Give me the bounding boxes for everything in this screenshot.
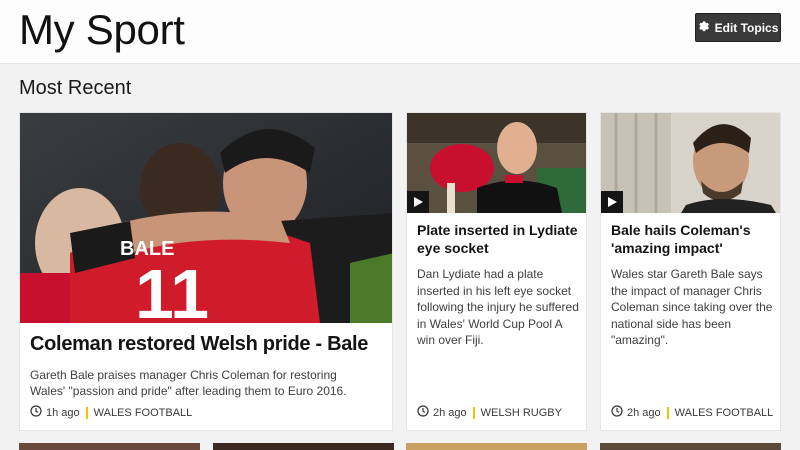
story-summary: Dan Lydiate had a plate inserted in his … bbox=[417, 267, 579, 347]
next-story-thumb[interactable] bbox=[19, 443, 200, 450]
story-card-main[interactable]: 11 BALE Coleman restored Welsh pride - B… bbox=[19, 112, 393, 431]
story-topic-link[interactable]: WELSH RUGBY bbox=[481, 407, 562, 419]
clock-icon bbox=[611, 405, 627, 420]
story-summary: Gareth Bale praises manager Chris Colema… bbox=[30, 368, 347, 398]
story-meta: 1h ago WALES FOOTBALL bbox=[30, 405, 192, 420]
video-play-icon[interactable] bbox=[407, 191, 429, 213]
player-interview-photo[interactable] bbox=[601, 113, 780, 213]
story-meta: 2h ago WELSH RUGBY bbox=[417, 405, 562, 420]
story-topic-link[interactable]: WALES FOOTBALL bbox=[94, 407, 193, 419]
story-time: 2h ago bbox=[627, 406, 661, 419]
meta-separator bbox=[85, 406, 88, 419]
rugby-player-photo[interactable] bbox=[407, 113, 586, 213]
meta-separator bbox=[666, 406, 669, 419]
edit-topics-button[interactable]: Edit Topics bbox=[695, 13, 781, 42]
story-headline[interactable]: Coleman restored Welsh pride - Bale bbox=[30, 333, 368, 356]
story-time: 1h ago bbox=[46, 406, 80, 419]
story-time: 2h ago bbox=[433, 406, 467, 419]
svg-text:11: 11 bbox=[135, 255, 209, 323]
next-story-thumb[interactable] bbox=[600, 443, 781, 450]
clock-icon bbox=[417, 405, 433, 420]
edit-topics-label: Edit Topics bbox=[714, 20, 779, 35]
story-topic-link[interactable]: WALES FOOTBALL bbox=[675, 407, 774, 419]
story-headline[interactable]: Bale hails Coleman's 'amazing impact' bbox=[611, 221, 776, 257]
clock-icon bbox=[30, 405, 46, 420]
story-card[interactable]: Bale hails Coleman's 'amazing impact' Wa… bbox=[600, 112, 781, 431]
story-card[interactable]: Plate inserted in Lydiate eye socket Dan… bbox=[406, 112, 587, 431]
video-play-icon[interactable] bbox=[601, 191, 623, 213]
next-story-thumb[interactable] bbox=[213, 443, 394, 450]
svg-text:BALE: BALE bbox=[120, 238, 174, 260]
next-story-thumb[interactable] bbox=[406, 443, 587, 450]
story-meta: 2h ago WALES FOOTBALL bbox=[611, 405, 773, 420]
gear-icon bbox=[698, 20, 711, 36]
meta-separator bbox=[472, 406, 475, 419]
story-headline[interactable]: Plate inserted in Lydiate eye socket bbox=[417, 221, 582, 257]
section-title: Most Recent bbox=[19, 77, 132, 99]
header: My Sport Edit Topics bbox=[0, 0, 800, 64]
story-summary: Wales star Gareth Bale says the impact o… bbox=[611, 267, 773, 347]
football-celebration-photo[interactable]: 11 BALE bbox=[20, 113, 392, 323]
page-title: My Sport bbox=[19, 6, 185, 53]
